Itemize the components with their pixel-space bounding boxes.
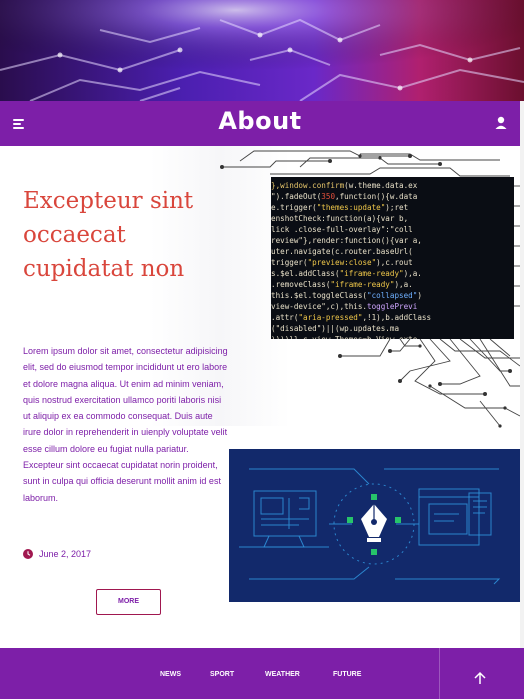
- more-button[interactable]: MORE: [96, 589, 161, 615]
- clock-icon: [23, 549, 33, 559]
- hero-banner-image: [0, 0, 524, 101]
- footer-bar: NEWS SPORT WEATHER FUTURE: [0, 648, 524, 699]
- page-title: About: [218, 107, 302, 135]
- article-headline: Excepteur sint occaecat cupidatat non: [23, 188, 194, 282]
- nav-item-sport[interactable]: SPORT: [210, 671, 234, 678]
- page-edge: [520, 101, 524, 699]
- nav-item-future[interactable]: FUTURE: [333, 671, 361, 678]
- pen-nib-icon: [361, 504, 387, 542]
- nav-item-weather[interactable]: WEATHER: [265, 671, 300, 678]
- design-illustration: [229, 449, 520, 602]
- arrow-up-icon: [474, 671, 486, 684]
- code-screen-photo: },window.confirm(w.theme.data.ex ").fade…: [271, 177, 514, 339]
- app-header: About: [0, 101, 520, 146]
- article-date: June 2, 2017: [23, 549, 91, 559]
- article-section: },window.confirm(w.theme.data.ex ").fade…: [0, 146, 520, 648]
- article-body: Lorem ipsum dolor sit amet, consectetur …: [23, 346, 228, 503]
- scroll-top-button[interactable]: [440, 648, 524, 699]
- user-icon[interactable]: [492, 114, 510, 132]
- nav-item-news[interactable]: NEWS: [160, 671, 181, 678]
- date-text: June 2, 2017: [39, 549, 92, 559]
